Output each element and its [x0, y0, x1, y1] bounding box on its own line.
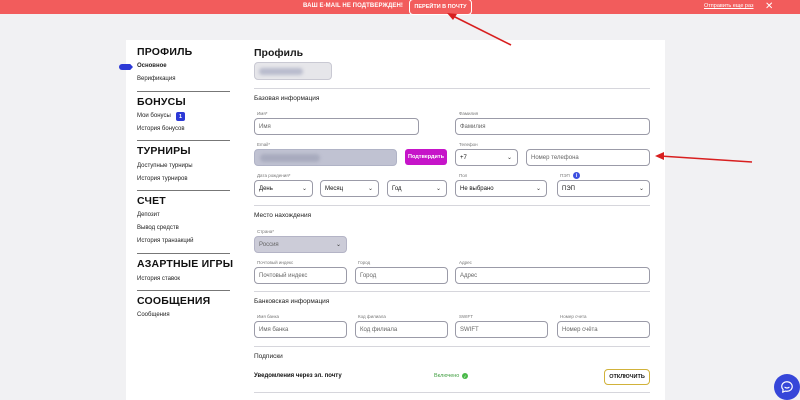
blurred-username — [259, 68, 303, 75]
pep-label: ПЭП — [560, 173, 570, 178]
bank-name-field[interactable]: Имя банка — [254, 321, 347, 338]
city-field[interactable]: Город — [355, 267, 448, 284]
email-label: Email* — [257, 142, 271, 147]
section-divider — [254, 88, 650, 89]
last-name-field[interactable]: Фамилия — [455, 118, 650, 135]
first-name-field[interactable]: Имя — [254, 118, 419, 135]
account-number-field[interactable]: Номер счёта — [557, 321, 650, 338]
year-select[interactable]: Год ⌄ — [387, 180, 447, 197]
year-value: Год — [392, 185, 402, 192]
sidebar-item-messages[interactable]: Сообщения — [137, 312, 170, 318]
sidebar-divider — [137, 140, 230, 141]
chevron-down-icon: ⌄ — [638, 186, 644, 192]
zip-label: Почтовый индекс — [257, 260, 294, 265]
country-value: Россия — [259, 241, 279, 248]
sidebar-item-my-bonuses[interactable]: Мои бонусы — [137, 113, 171, 119]
address-label: Адрес — [459, 260, 472, 265]
swift-label: SWIFT — [459, 314, 473, 319]
phone-label: Телефон — [459, 142, 478, 147]
chevron-down-icon: ⌄ — [367, 186, 373, 192]
sidebar-divider — [137, 91, 230, 92]
email-field[interactable] — [254, 149, 397, 166]
sidebar-divider — [137, 253, 230, 254]
chevron-down-icon: ⌄ — [506, 155, 512, 161]
address-field[interactable]: Адрес — [455, 267, 650, 284]
info-icon[interactable]: i — [573, 172, 580, 179]
subscriptions-title: Подписки — [254, 353, 283, 360]
dob-label: Дата рождения* — [257, 173, 291, 178]
pep-select[interactable]: ПЭП ⌄ — [557, 180, 650, 197]
sidebar-item-bonus-history[interactable]: История бонусов — [137, 126, 185, 132]
chevron-down-icon: ⌄ — [535, 186, 541, 192]
location-title: Место нахождения — [254, 212, 312, 219]
sidebar-section-messages: СООБЩЕНИЯ — [137, 295, 211, 307]
phone-code-value: +7 — [460, 154, 467, 161]
sidebar-section-bonuses: БОНУСЫ — [137, 96, 186, 108]
gender-select[interactable]: Не выбрано ⌄ — [455, 180, 547, 197]
section-divider — [254, 346, 650, 347]
last-name-label: Фамилия — [459, 111, 479, 116]
zip-field[interactable]: Почтовый индекс — [254, 267, 347, 284]
check-icon: ✓ — [462, 373, 468, 379]
country-label: Страна* — [257, 229, 275, 234]
phone-code-select[interactable]: +7 ⌄ — [455, 149, 518, 166]
month-select[interactable]: Месяц ⌄ — [320, 180, 379, 197]
branch-code-label: Код филиала — [358, 314, 386, 319]
sidebar-item-verification[interactable]: Верификация — [137, 76, 175, 82]
bonus-count-badge: 1 — [176, 112, 185, 121]
subscription-status: Включено — [434, 373, 460, 379]
banner-message: ВАШ E-MAIL НЕ ПОДТВЕРЖДЕН! — [303, 3, 404, 9]
bank-info-title: Банковская информация — [254, 298, 330, 305]
account-number-label: Номер счета — [560, 314, 587, 319]
email-notifications-label: Уведомления через эл. почту — [254, 373, 342, 379]
chat-button[interactable] — [774, 374, 800, 400]
go-to-mail-button[interactable]: ПЕРЕЙТИ В ПОЧТУ — [409, 0, 472, 15]
disable-notifications-button[interactable]: ОТКЛЮЧИТЬ — [604, 369, 650, 385]
chevron-down-icon: ⌄ — [435, 186, 441, 192]
sidebar-item-tournament-history[interactable]: История турниров — [137, 176, 188, 182]
confirm-email-button[interactable]: Подтвердить — [405, 149, 447, 165]
sidebar-section-tournaments: ТУРНИРЫ — [137, 145, 191, 157]
sidebar-item-deposit[interactable]: Депозит — [137, 212, 160, 218]
city-label: Город — [358, 260, 371, 265]
sidebar-divider — [137, 190, 230, 191]
swift-field[interactable]: SWIFT — [455, 321, 548, 338]
sidebar-divider — [137, 290, 230, 291]
resend-link[interactable]: Отправить еще раз — [704, 3, 754, 9]
section-divider — [254, 392, 650, 393]
sidebar-item-transaction-history[interactable]: История транзакций — [137, 238, 194, 244]
annotation-arrow — [659, 155, 753, 163]
close-icon[interactable]: ✕ — [765, 0, 773, 13]
sidebar-item-bet-history[interactable]: История ставок — [137, 276, 180, 282]
gender-label: Пол — [459, 173, 468, 178]
blurred-email — [260, 154, 320, 162]
page-title: Профиль — [254, 47, 304, 59]
day-value: День — [259, 185, 273, 192]
gender-value: Не выбрано — [460, 185, 494, 192]
basic-info-title: Базовая информация — [254, 95, 320, 102]
month-value: Месяц — [325, 185, 344, 192]
country-select[interactable]: Россия ⌄ — [254, 236, 347, 253]
day-select[interactable]: День ⌄ — [254, 180, 313, 197]
username-display — [254, 62, 332, 80]
sidebar-section-profile: ПРОФИЛЬ — [137, 46, 193, 58]
sidebar-item-withdraw[interactable]: Вывод средств — [137, 225, 179, 231]
pep-value: ПЭП — [562, 185, 575, 192]
sidebar-section-gambling: АЗАРТНЫЕ ИГРЫ — [137, 258, 234, 270]
branch-code-field[interactable]: Код филиала — [355, 321, 448, 338]
section-divider — [254, 205, 650, 206]
sidebar-item-main[interactable]: Основное — [137, 63, 167, 69]
chat-icon — [781, 381, 793, 393]
sidebar-section-account: СЧЕТ — [137, 195, 166, 207]
chevron-down-icon: ⌄ — [301, 186, 307, 192]
chevron-down-icon: ⌄ — [335, 242, 341, 248]
phone-number-field[interactable]: Номер телефона — [526, 149, 650, 166]
section-divider — [254, 291, 650, 292]
first-name-label: Имя* — [257, 111, 268, 116]
sidebar-item-available-tournaments[interactable]: Доступные турниры — [137, 163, 193, 169]
active-indicator-icon — [119, 64, 133, 70]
bank-name-label: Имя банка — [257, 314, 280, 319]
